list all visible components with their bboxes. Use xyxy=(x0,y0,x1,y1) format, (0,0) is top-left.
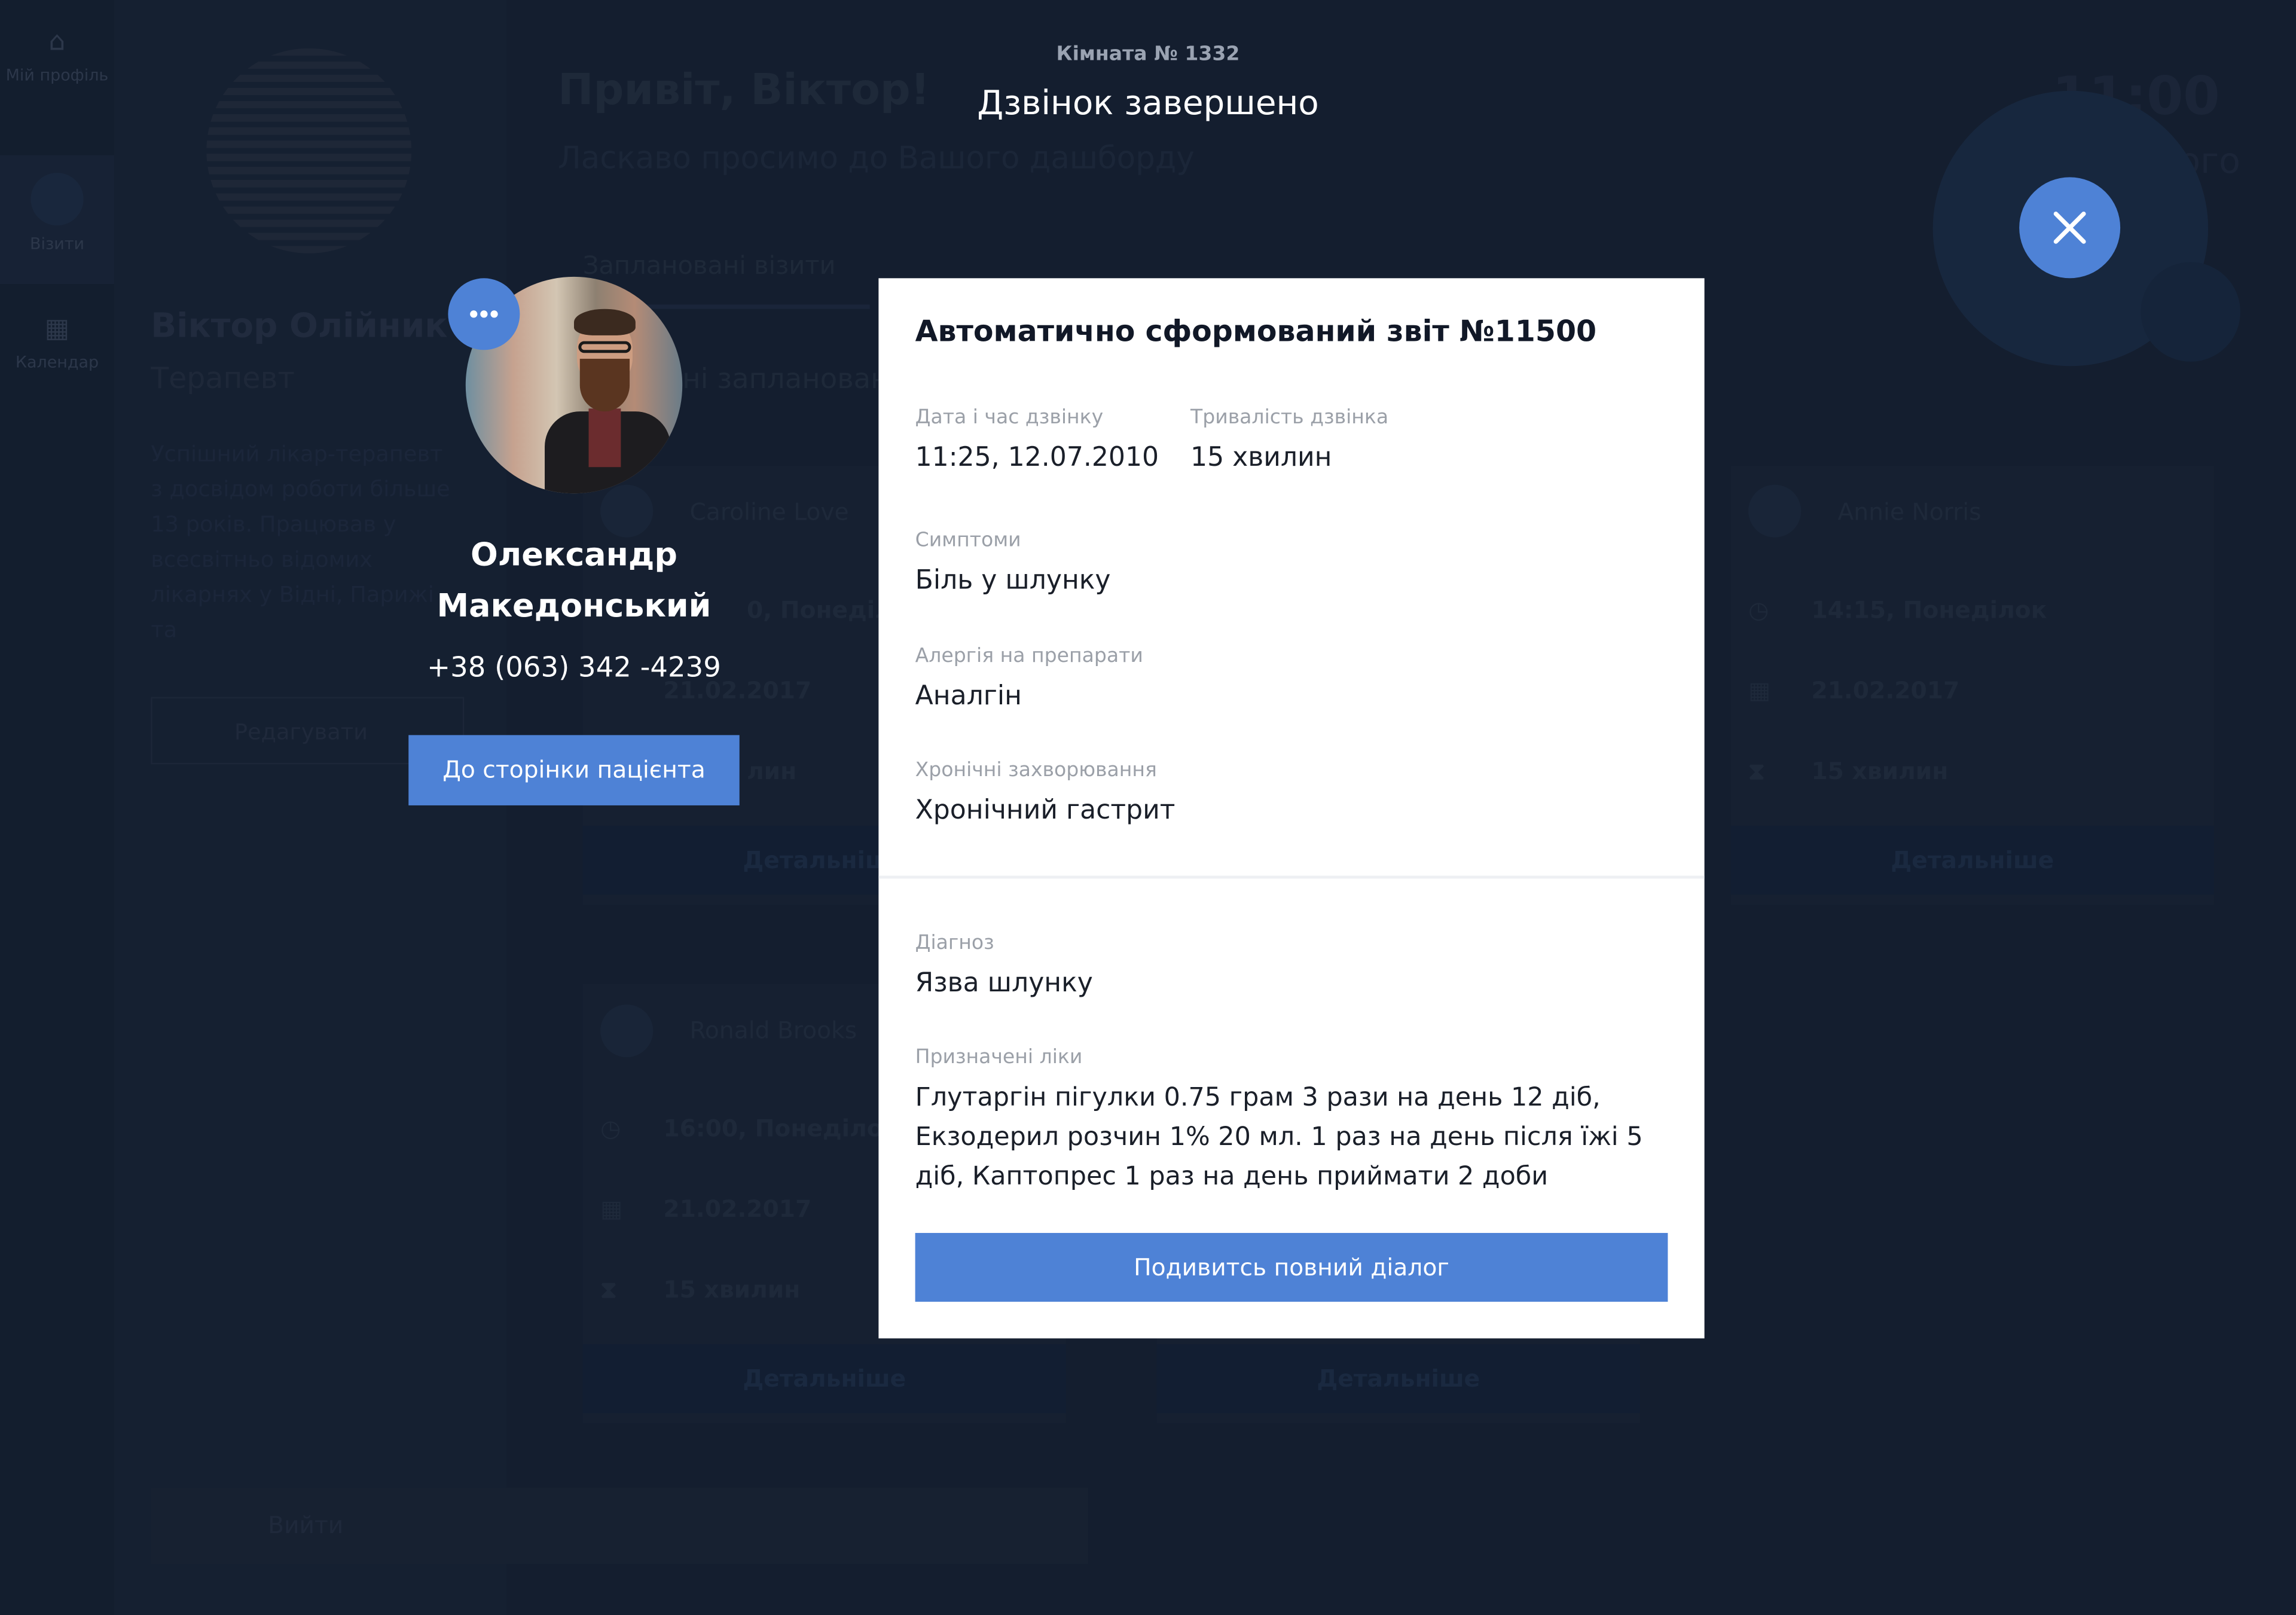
allergy-label: Алергія на препарати xyxy=(915,644,1143,668)
patient-phone: +38 (063) 342 -4239 xyxy=(427,651,721,684)
symptoms-label: Симптоми xyxy=(915,529,1021,552)
allergy-value: Аналгін xyxy=(915,680,1022,712)
chronic-label: Хронічні захворювання xyxy=(915,758,1157,782)
chronic-value: Хронічний гастрит xyxy=(915,795,1176,826)
datetime-value: 11:25, 12.07.2010 xyxy=(915,442,1159,474)
duration-value: 15 хвилин xyxy=(1190,442,1332,474)
patient-page-button[interactable]: До сторінки пацієнта xyxy=(408,735,740,805)
patient-name-line2: Македонський xyxy=(436,588,712,625)
close-button[interactable] xyxy=(2019,177,2121,279)
more-icon xyxy=(470,310,478,318)
meds-label: Призначені ліки xyxy=(915,1045,1083,1069)
diagnosis-value: Язва шлунку xyxy=(915,967,1093,999)
patient-name-line1: Олександр xyxy=(471,537,677,575)
patient-name: Олександр Македонський xyxy=(407,530,741,633)
close-icon xyxy=(2053,211,2086,244)
duration-label: Тривалість дзвінка xyxy=(1190,405,1389,429)
report-title: Автоматично сформований звіт №11500 xyxy=(915,313,1597,349)
meds-value: Глутаргін пігулки 0.75 грам 3 рази на де… xyxy=(915,1083,1643,1192)
room-number: Кімната № 1332 xyxy=(1056,42,1240,66)
full-dialog-button[interactable]: Подивитсь повний діалог xyxy=(915,1233,1668,1302)
diagnosis-label: Діагноз xyxy=(915,931,994,955)
report-modal: Автоматично сформований звіт №11500 Дата… xyxy=(878,278,1705,1339)
symptoms-value: Біль у шлунку xyxy=(915,565,1111,596)
app-screen: ⌂ Мій профіль Візити ▦ Календар Віктор О… xyxy=(0,0,2296,1615)
divider xyxy=(878,875,1705,879)
call-status: Дзвінок завершено xyxy=(977,85,1319,123)
more-options-button[interactable] xyxy=(448,278,520,350)
datetime-label: Дата і час дзвінку xyxy=(915,405,1104,429)
